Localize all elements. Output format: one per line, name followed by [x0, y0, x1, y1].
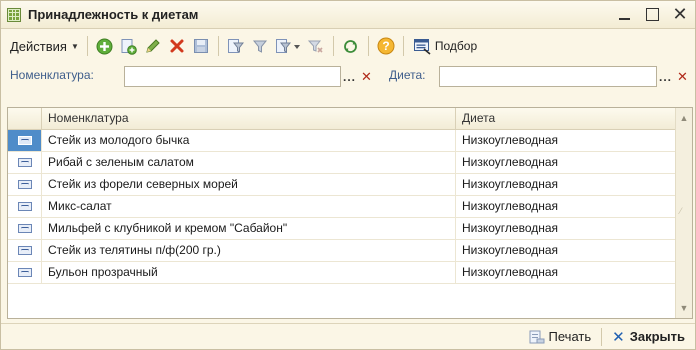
toolbar-separator: [217, 36, 219, 56]
diet-clear-button[interactable]: ✕: [674, 66, 691, 87]
close-label: Закрыть: [629, 329, 685, 344]
selection-icon: [411, 35, 433, 57]
diet-filter-field[interactable]: [439, 66, 657, 87]
dialog-window: Принадлежность к диетам ✕ Действия ▼ ? П…: [0, 0, 696, 350]
nomenclature-diet-table[interactable]: Номенклатура Диета Стейк из молодого быч…: [7, 107, 693, 319]
svg-text:?: ?: [382, 39, 389, 53]
nomenclature-filter-input[interactable]: [125, 67, 340, 86]
filter-icon[interactable]: [225, 35, 247, 57]
catalog-item-icon: [17, 224, 32, 233]
cell-nomenclature: Микс-салат: [42, 196, 456, 217]
column-header-nomenclature[interactable]: Номенклатура: [42, 108, 456, 129]
row-icon-cell: [8, 174, 42, 195]
actions-menu-button[interactable]: Действия ▼: [7, 35, 82, 57]
catalog-item-icon: [17, 180, 32, 189]
row-icon-cell: [8, 218, 42, 239]
add-icon[interactable]: [94, 35, 116, 57]
actions-label: Действия: [10, 38, 67, 54]
clear-filter-icon[interactable]: [305, 35, 327, 57]
nomenclature-filter-field[interactable]: [124, 66, 341, 87]
vertical-scrollbar[interactable]: ▲ ⁄ ▼: [675, 108, 692, 318]
table-icon: [7, 7, 21, 22]
cell-nomenclature: Бульон прозрачный: [42, 262, 456, 283]
toolbar: Действия ▼ ? Подбор: [1, 31, 695, 61]
cell-diet: Низкоуглеводная: [462, 155, 559, 169]
cell-nomenclature: Мильфей с клубникой и кремом "Сабайон": [42, 218, 456, 239]
title-bar[interactable]: Принадлежность к диетам ✕: [1, 1, 695, 29]
podbor-label: Подбор: [434, 39, 478, 53]
table-row[interactable]: Мильфей с клубникой и кремом "Сабайон" Ни…: [8, 218, 676, 240]
icon-column-header: [8, 108, 42, 129]
diet-filter-label: Диета:: [389, 68, 426, 82]
diet-filter-input[interactable]: [440, 67, 656, 86]
cell-diet: Низкоуглеводная: [462, 199, 559, 213]
cell-nomenclature: Стейк из телятины п/ф(200 гр.): [42, 240, 456, 261]
scroll-thumb[interactable]: ⁄: [680, 206, 687, 218]
cell-diet: Низкоуглеводная: [462, 221, 559, 235]
catalog-item-icon: [17, 246, 32, 255]
delete-icon[interactable]: [166, 35, 188, 57]
close-button[interactable]: ✕ Закрыть: [608, 328, 689, 346]
cell-diet: Низкоуглеводная: [462, 177, 559, 191]
footer-bar: Печать ✕ Закрыть: [1, 323, 695, 349]
toolbar-separator: [402, 36, 404, 56]
catalog-item-icon: [17, 136, 32, 145]
row-icon-cell: [8, 196, 42, 217]
table-header: Номенклатура Диета: [8, 108, 676, 130]
filter-row: Номенклатура: ... ✕ Диета: ... ✕: [1, 62, 695, 90]
table-row[interactable]: Стейк из форели северных морей Низкоуглев…: [8, 174, 676, 196]
copy-icon[interactable]: [118, 35, 140, 57]
scroll-down-icon[interactable]: ▼: [676, 300, 692, 316]
cell-diet: Низкоуглеводная: [462, 243, 559, 257]
close-window-button[interactable]: ✕: [671, 4, 689, 24]
diet-select-button[interactable]: ...: [657, 66, 674, 87]
row-icon-cell: [8, 152, 42, 173]
table-row[interactable]: Стейк из телятины п/ф(200 гр.) Низкоуглев…: [8, 240, 676, 262]
nomenclature-filter-label: Номенклатура:: [10, 68, 94, 82]
chevron-down-icon: ▼: [70, 41, 79, 51]
cell-nomenclature: Рибай с зеленым салатом: [42, 152, 456, 173]
filter-list-icon[interactable]: [273, 35, 303, 57]
help-icon[interactable]: ?: [375, 35, 397, 57]
nomenclature-clear-button[interactable]: ✕: [358, 66, 375, 87]
catalog-item-icon: [17, 158, 32, 167]
cell-diet: Низкоуглеводная: [462, 265, 559, 279]
print-icon: [529, 330, 545, 344]
footer-separator: [601, 327, 603, 346]
table-row[interactable]: Рибай с зеленым салатом Низкоуглеводная: [8, 152, 676, 174]
refresh-icon[interactable]: [340, 35, 362, 57]
cell-nomenclature: Стейк из форели северных морей: [42, 174, 456, 195]
row-icon-cell: [8, 262, 42, 283]
row-icon-cell: [8, 240, 42, 261]
toolbar-separator: [367, 36, 369, 56]
minimize-button[interactable]: [615, 4, 633, 24]
table-row[interactable]: Микс-салат Низкоуглеводная: [8, 196, 676, 218]
toolbar-separator: [332, 36, 334, 56]
toolbar-separator: [86, 36, 88, 56]
maximize-button[interactable]: [643, 4, 661, 24]
nomenclature-select-button[interactable]: ...: [341, 66, 358, 87]
cell-diet: Низкоуглеводная: [456, 130, 676, 151]
table-row[interactable]: Бульон прозрачный Низкоуглеводная: [8, 262, 676, 284]
edit-icon[interactable]: [142, 35, 164, 57]
cell-nomenclature: Стейк из молодого бычка: [42, 130, 456, 151]
print-label: Печать: [548, 329, 592, 344]
filter-by-value-icon[interactable]: [249, 35, 271, 57]
window-title: Принадлежность к диетам: [28, 7, 199, 22]
table-row[interactable]: Стейк из молодого бычка Низкоуглеводная: [8, 130, 676, 152]
close-icon: ✕: [612, 328, 625, 346]
save-icon[interactable]: [190, 35, 212, 57]
catalog-item-icon: [17, 268, 32, 277]
row-icon-cell: [8, 130, 42, 151]
column-header-diet[interactable]: Диета: [456, 108, 676, 129]
scroll-up-icon[interactable]: ▲: [676, 110, 692, 126]
podbor-button[interactable]: Подбор: [411, 35, 477, 57]
catalog-item-icon: [17, 202, 32, 211]
print-button[interactable]: Печать: [525, 329, 596, 344]
